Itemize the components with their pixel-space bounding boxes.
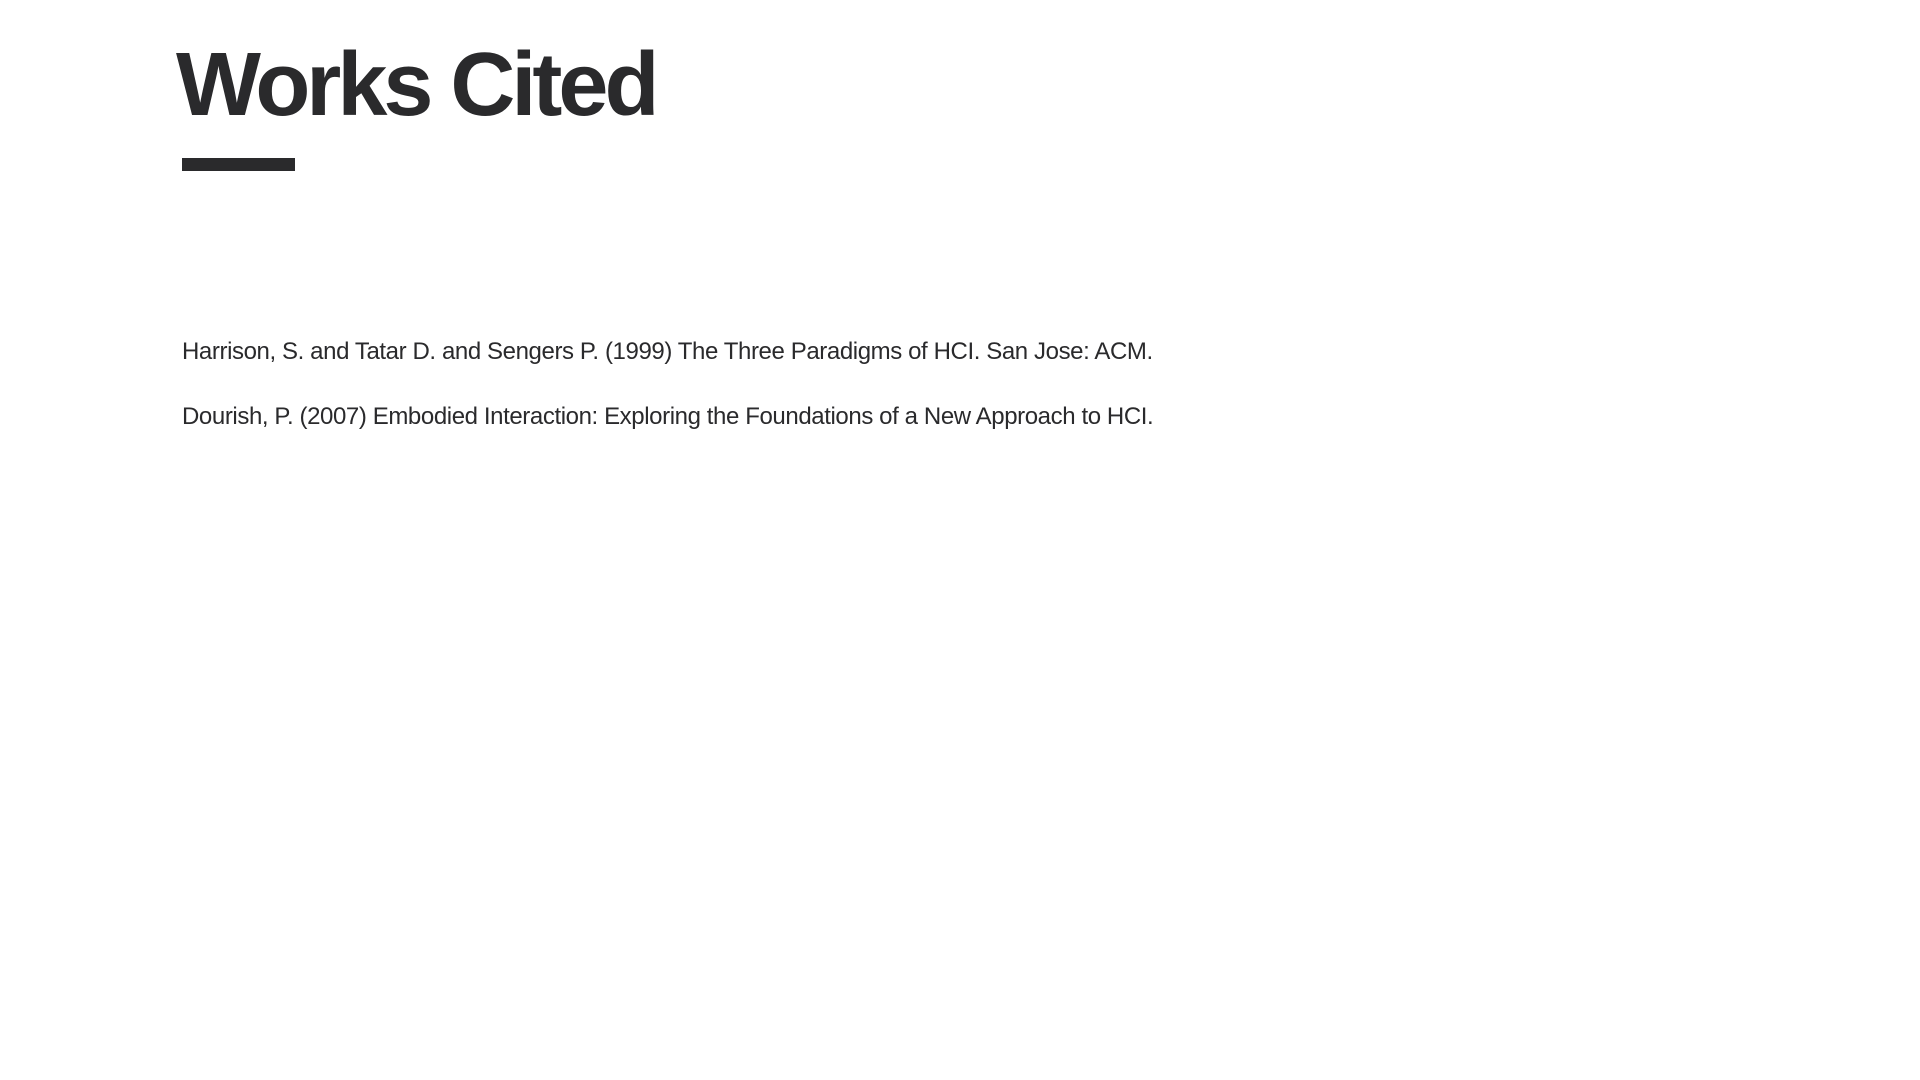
title-underline [182,158,295,171]
citation-item: Harrison, S. and Tatar D. and Sengers P.… [182,338,1153,365]
citation-item: Dourish, P. (2007) Embodied Interaction:… [182,403,1154,430]
citation-list: Harrison, S. and Tatar D. and Sengers P.… [182,332,1154,462]
slide: Works Cited Harrison, S. and Tatar D. an… [0,0,1920,1080]
page-title: Works Cited [176,35,659,135]
